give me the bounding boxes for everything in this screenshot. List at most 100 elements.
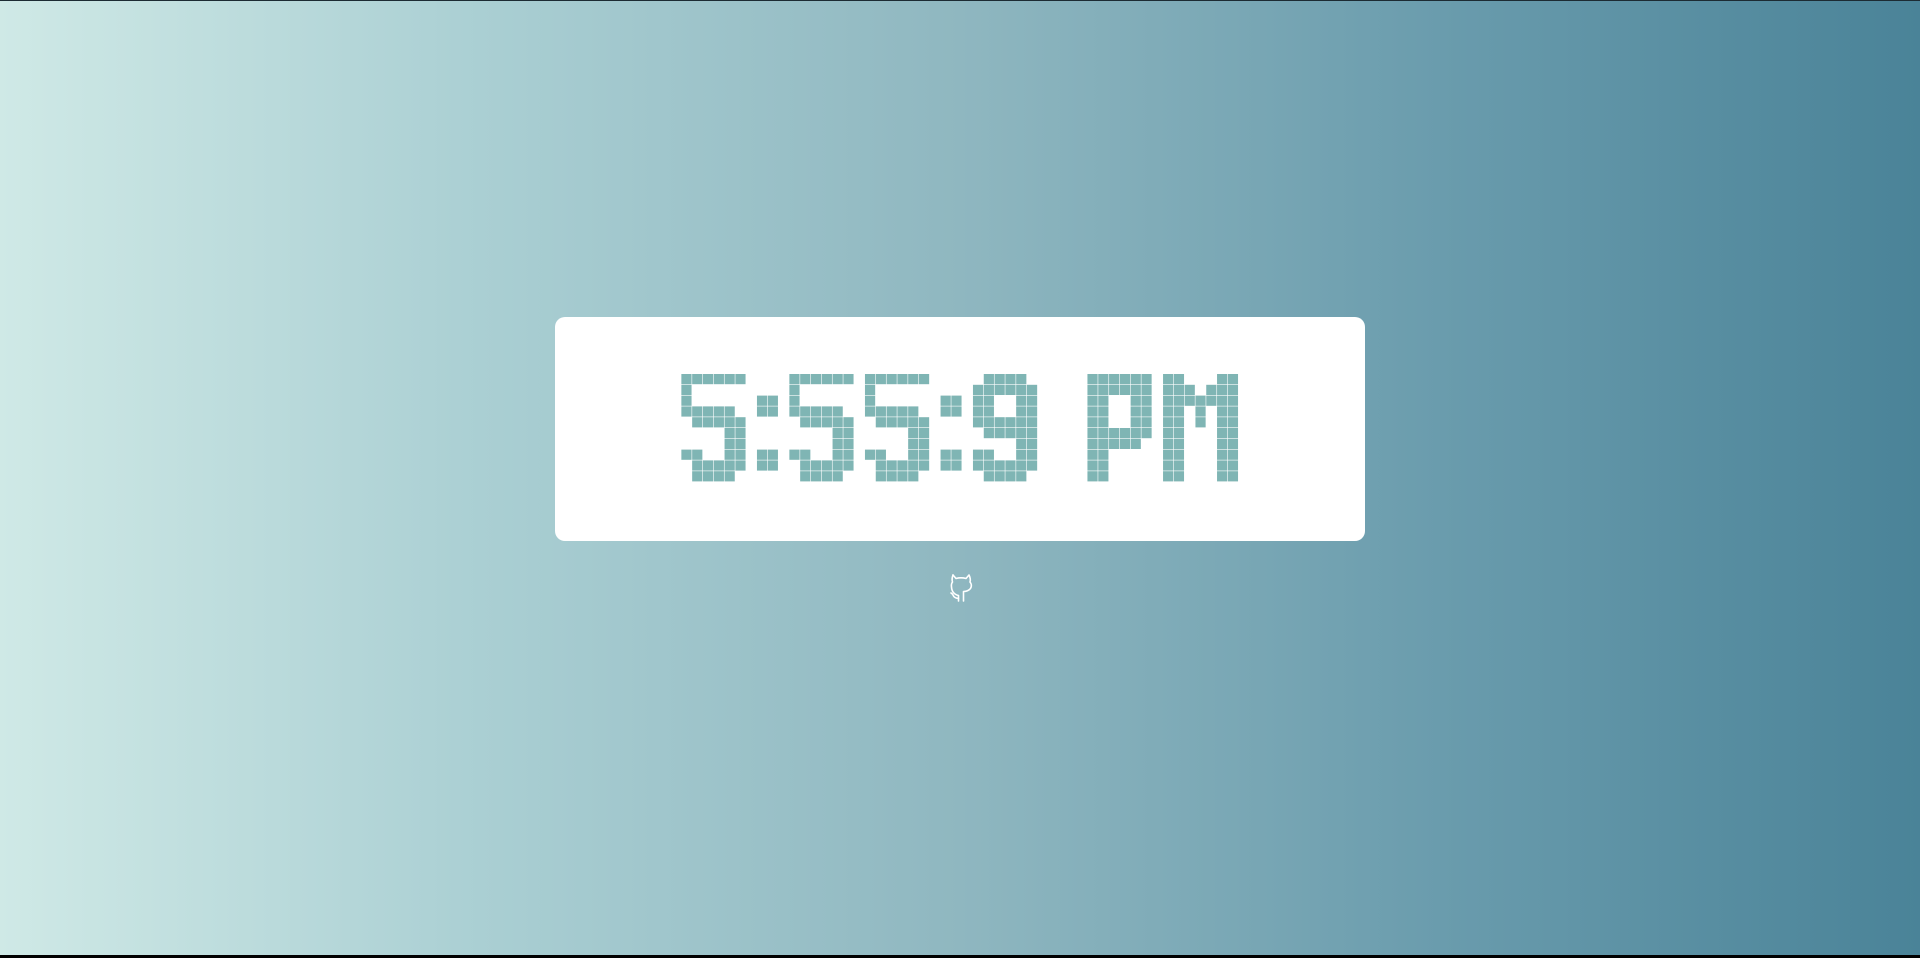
clock-pixel (832, 438, 843, 449)
clock-pixel (875, 417, 886, 428)
clock-pixel (810, 374, 822, 385)
clock-pixel (1016, 438, 1027, 449)
clock-pixel (1016, 374, 1027, 385)
clock-pixel (886, 374, 897, 385)
clock-pixel (800, 449, 811, 460)
clock-pixel (735, 449, 746, 460)
clock-pixel (1119, 438, 1131, 449)
clock-pixel (1087, 406, 1098, 417)
clock-pixel (1087, 449, 1098, 460)
clock-pixel (681, 449, 692, 460)
clock-pixel (897, 374, 908, 385)
clock-pixel (1119, 374, 1131, 385)
clock-pixel (1005, 428, 1016, 439)
clock-pixel (681, 384, 692, 395)
clock-pixel (800, 406, 811, 417)
clock-pixel (994, 471, 1005, 482)
clock-pixel (908, 471, 919, 482)
clock-pixel (972, 395, 984, 406)
clock-pixel (1227, 460, 1239, 471)
clock-glyph-colon (940, 395, 962, 471)
clock-pixel (1098, 438, 1109, 449)
clock-pixel (1087, 417, 1098, 428)
clock-pixel (821, 460, 832, 471)
clock-pixel (1163, 406, 1174, 417)
clock-glyph-5 (789, 374, 854, 482)
clock-pixel (1016, 384, 1027, 395)
clock-pixel (1026, 384, 1038, 395)
clock-pixel (713, 460, 724, 471)
clock-pixel (972, 417, 984, 428)
clock-pixel (1016, 417, 1027, 428)
clock-pixel (983, 406, 994, 417)
clock-pixel (886, 471, 897, 482)
clock-pixel (886, 406, 897, 417)
clock-pixel (1227, 438, 1239, 449)
clock-pixel (1141, 428, 1152, 439)
clock-pixel (1098, 384, 1109, 395)
clock-pixel (702, 406, 714, 417)
clock-pixel (1016, 406, 1027, 417)
clock-pixel (1217, 384, 1228, 395)
clock-pixel (1109, 438, 1120, 449)
clock-pixel (789, 395, 800, 406)
clock-pixel (908, 428, 919, 439)
clock-pixel (940, 460, 951, 471)
clock-pixel (1087, 374, 1098, 385)
clock-pixel (1119, 428, 1131, 439)
clock-pixel (1098, 471, 1109, 482)
clock-pixel (1163, 384, 1174, 395)
clock-pixel (1227, 428, 1239, 439)
clock-pixel (767, 395, 778, 406)
clock-pixel (940, 395, 951, 406)
clock-pixel (724, 417, 735, 428)
clock-pixel (1173, 460, 1185, 471)
clock-pixel (1130, 384, 1141, 395)
clock-pixel (1005, 471, 1016, 482)
clock-pixel (702, 460, 714, 471)
clock-pixel (1163, 460, 1174, 471)
clock-pixel (864, 449, 876, 460)
clock-pixel (1098, 449, 1109, 460)
clock-pixel (1098, 395, 1109, 406)
clock-pixel (875, 460, 886, 471)
clock-pixel (886, 417, 897, 428)
clock-pixel (1163, 417, 1174, 428)
clock-pixel (1173, 417, 1185, 428)
clock-pixel (735, 438, 746, 449)
clock-pixel (1217, 417, 1228, 428)
github-icon (950, 574, 973, 602)
clock-pixel (1130, 395, 1141, 406)
clock-pixel (1217, 449, 1228, 460)
clock-pixel (1005, 374, 1016, 385)
clock-pixel (821, 374, 832, 385)
clock-pixel (1227, 374, 1239, 385)
clock-pixel (994, 417, 1005, 428)
clock-pixel (951, 460, 962, 471)
clock-pixel (1098, 417, 1109, 428)
clock-pixel (1173, 395, 1185, 406)
clock-pixel (918, 428, 930, 439)
clock-pixel (972, 384, 984, 395)
clock-pixel (832, 374, 843, 385)
clock-pixel (800, 374, 811, 385)
clock-pixel (1026, 449, 1038, 460)
clock-pixel (756, 449, 768, 460)
clock-pixel (756, 460, 768, 471)
clock-pixel (1016, 428, 1027, 439)
github-link[interactable]: GitHub (944, 571, 978, 607)
clock-glyph-5 (864, 374, 930, 482)
clock-pixel (843, 428, 854, 439)
clock-pixel (1130, 374, 1141, 385)
clock-pixel (735, 460, 746, 471)
clock-pixel (692, 471, 703, 482)
clock-pixel (832, 471, 843, 482)
clock-pixel (1130, 406, 1141, 417)
clock-pixel (767, 406, 778, 417)
clock-pixel (1130, 438, 1141, 449)
clock-pixel (702, 374, 714, 385)
clock-pixel (810, 471, 822, 482)
clock-pixel (1026, 417, 1038, 428)
clock-pixel (713, 471, 724, 482)
clock-pixel (1195, 406, 1206, 417)
